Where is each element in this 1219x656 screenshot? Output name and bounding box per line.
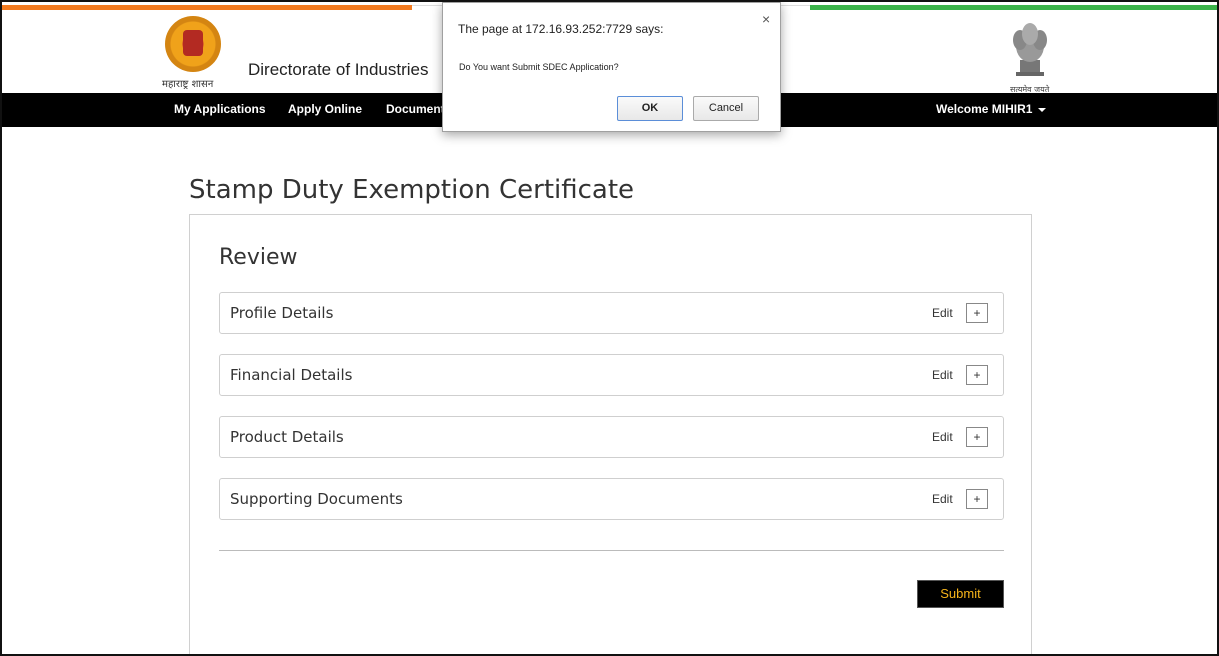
national-emblem-icon xyxy=(1013,23,1047,76)
divider xyxy=(219,550,1004,551)
expand-product-button[interactable]: + xyxy=(966,427,988,447)
edit-financial-link[interactable]: Edit xyxy=(932,368,953,382)
section-label: Supporting Documents xyxy=(230,490,403,508)
section-label: Profile Details xyxy=(230,304,334,322)
submit-button[interactable]: Submit xyxy=(917,580,1004,608)
dialog-title: The page at 172.16.93.252:7729 says: xyxy=(458,22,664,36)
section-product-details[interactable]: Product Details Edit + xyxy=(219,416,1004,458)
nav-my-applications[interactable]: My Applications xyxy=(174,102,266,116)
page-title: Stamp Duty Exemption Certificate xyxy=(189,175,635,206)
site-title: Directorate of Industries xyxy=(248,60,429,79)
edit-product-link[interactable]: Edit xyxy=(932,430,953,444)
cancel-button[interactable]: Cancel xyxy=(693,96,759,121)
expand-financial-button[interactable]: + xyxy=(966,365,988,385)
confirm-dialog: The page at 172.16.93.252:7729 says: × D… xyxy=(442,2,781,132)
section-label: Product Details xyxy=(230,428,344,446)
section-label: Financial Details xyxy=(230,366,353,384)
expand-profile-button[interactable]: + xyxy=(966,303,988,323)
section-financial-details[interactable]: Financial Details Edit + xyxy=(219,354,1004,396)
user-menu[interactable]: Welcome MIHIR1 xyxy=(936,102,1047,116)
ok-button[interactable]: OK xyxy=(617,96,683,121)
seal-caption: महाराष्ट्र शासन xyxy=(162,79,214,90)
caret-down-icon xyxy=(1038,107,1047,112)
review-panel: Review Profile Details Edit + Financial … xyxy=(189,214,1032,654)
close-icon[interactable]: × xyxy=(762,11,770,27)
welcome-label: Welcome MIHIR1 xyxy=(936,102,1033,116)
expand-documents-button[interactable]: + xyxy=(966,489,988,509)
browser-viewport: महाराष्ट्र शासन Directorate of Industrie… xyxy=(0,0,1219,656)
edit-documents-link[interactable]: Edit xyxy=(932,492,953,506)
dialog-message: Do You want Submit SDEC Application? xyxy=(459,62,619,72)
maharashtra-seal-icon xyxy=(165,16,221,72)
nav-apply-online[interactable]: Apply Online xyxy=(288,102,362,116)
section-profile-details[interactable]: Profile Details Edit + xyxy=(219,292,1004,334)
review-heading: Review xyxy=(219,245,298,270)
section-supporting-documents[interactable]: Supporting Documents Edit + xyxy=(219,478,1004,520)
edit-profile-link[interactable]: Edit xyxy=(932,306,953,320)
